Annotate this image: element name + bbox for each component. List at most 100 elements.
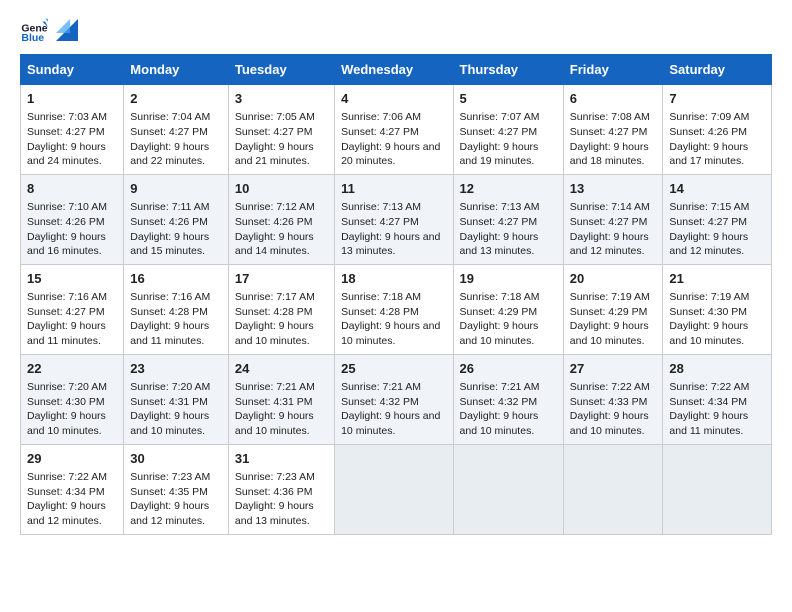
day-info: Sunrise: 7:19 AMSunset: 4:29 PMDaylight:… [570, 290, 657, 349]
calendar-week-row: 29Sunrise: 7:22 AMSunset: 4:34 PMDayligh… [21, 444, 772, 534]
day-info: Sunrise: 7:22 AMSunset: 4:34 PMDaylight:… [27, 470, 117, 529]
day-info: Sunrise: 7:18 AMSunset: 4:29 PMDaylight:… [460, 290, 557, 349]
day-info: Sunrise: 7:11 AMSunset: 4:26 PMDaylight:… [130, 200, 222, 259]
day-info: Sunrise: 7:21 AMSunset: 4:32 PMDaylight:… [460, 380, 557, 439]
day-info: Sunrise: 7:08 AMSunset: 4:27 PMDaylight:… [570, 110, 657, 169]
day-number: 10 [235, 180, 328, 198]
day-info: Sunrise: 7:22 AMSunset: 4:33 PMDaylight:… [570, 380, 657, 439]
calendar-cell: 28 Sunrise: 7:22 AMSunset: 4:34 PMDayligh… [663, 354, 772, 444]
header-friday: Friday [563, 55, 663, 85]
day-number: 16 [130, 270, 222, 288]
calendar-cell: 3 Sunrise: 7:05 AMSunset: 4:27 PMDaylight… [228, 85, 334, 175]
day-number: 28 [669, 360, 765, 378]
day-number: 20 [570, 270, 657, 288]
day-number: 15 [27, 270, 117, 288]
day-number: 13 [570, 180, 657, 198]
day-number: 3 [235, 90, 328, 108]
header-monday: Monday [124, 55, 229, 85]
calendar-cell: 25 Sunrise: 7:21 AMSunset: 4:32 PMDayligh… [335, 354, 453, 444]
calendar-cell [663, 444, 772, 534]
calendar-cell: 4Sunrise: 7:06 AMSunset: 4:27 PMDaylight… [335, 85, 453, 175]
calendar-cell: 5 Sunrise: 7:07 AMSunset: 4:27 PMDaylight… [453, 85, 563, 175]
day-info: Sunrise: 7:03 AMSunset: 4:27 PMDaylight:… [27, 110, 117, 169]
calendar-cell: 7Sunrise: 7:09 AMSunset: 4:26 PMDaylight… [663, 85, 772, 175]
day-number: 25 [341, 360, 446, 378]
day-info: Sunrise: 7:20 AMSunset: 4:31 PMDaylight:… [130, 380, 222, 439]
day-info: Sunrise: 7:21 AMSunset: 4:32 PMDaylight:… [341, 380, 446, 439]
day-number: 22 [27, 360, 117, 378]
calendar-cell: 2 Sunrise: 7:04 AMSunset: 4:27 PMDaylight… [124, 85, 229, 175]
calendar-cell: 13 Sunrise: 7:14 AMSunset: 4:27 PMDayligh… [563, 174, 663, 264]
day-info: Sunrise: 7:23 AMSunset: 4:35 PMDaylight:… [130, 470, 222, 529]
day-number: 11 [341, 180, 446, 198]
logo-triangle-icon [56, 19, 78, 41]
day-info: Sunrise: 7:17 AMSunset: 4:28 PMDaylight:… [235, 290, 328, 349]
calendar-week-row: 15 Sunrise: 7:16 AMSunset: 4:27 PMDayligh… [21, 264, 772, 354]
header-wednesday: Wednesday [335, 55, 453, 85]
calendar-cell: 18Sunrise: 7:18 AMSunset: 4:28 PMDayligh… [335, 264, 453, 354]
day-info: Sunrise: 7:06 AMSunset: 4:27 PMDaylight:… [341, 110, 446, 169]
day-info: Sunrise: 7:19 AMSunset: 4:30 PMDaylight:… [669, 290, 765, 349]
day-info: Sunrise: 7:20 AMSunset: 4:30 PMDaylight:… [27, 380, 117, 439]
calendar-cell: 22 Sunrise: 7:20 AMSunset: 4:30 PMDayligh… [21, 354, 124, 444]
calendar-cell: 20 Sunrise: 7:19 AMSunset: 4:29 PMDayligh… [563, 264, 663, 354]
calendar-cell: 17Sunrise: 7:17 AMSunset: 4:28 PMDayligh… [228, 264, 334, 354]
logo-icon: General Blue [20, 16, 48, 44]
day-number: 2 [130, 90, 222, 108]
header-saturday: Saturday [663, 55, 772, 85]
calendar-cell: 9Sunrise: 7:11 AMSunset: 4:26 PMDaylight… [124, 174, 229, 264]
day-number: 24 [235, 360, 328, 378]
calendar-week-row: 1 Sunrise: 7:03 AMSunset: 4:27 PMDaylight… [21, 85, 772, 175]
day-info: Sunrise: 7:15 AMSunset: 4:27 PMDaylight:… [669, 200, 765, 259]
calendar-cell: 30Sunrise: 7:23 AMSunset: 4:35 PMDayligh… [124, 444, 229, 534]
day-number: 31 [235, 450, 328, 468]
day-info: Sunrise: 7:23 AMSunset: 4:36 PMDaylight:… [235, 470, 328, 529]
day-info: Sunrise: 7:05 AMSunset: 4:27 PMDaylight:… [235, 110, 328, 169]
day-number: 6 [570, 90, 657, 108]
calendar-cell [335, 444, 453, 534]
day-info: Sunrise: 7:18 AMSunset: 4:28 PMDaylight:… [341, 290, 446, 349]
calendar-cell: 14 Sunrise: 7:15 AMSunset: 4:27 PMDayligh… [663, 174, 772, 264]
calendar-cell: 12Sunrise: 7:13 AMSunset: 4:27 PMDayligh… [453, 174, 563, 264]
day-info: Sunrise: 7:09 AMSunset: 4:26 PMDaylight:… [669, 110, 765, 169]
calendar-cell: 27Sunrise: 7:22 AMSunset: 4:33 PMDayligh… [563, 354, 663, 444]
calendar-cell: 15 Sunrise: 7:16 AMSunset: 4:27 PMDayligh… [21, 264, 124, 354]
calendar-cell: 16 Sunrise: 7:16 AMSunset: 4:28 PMDayligh… [124, 264, 229, 354]
day-info: Sunrise: 7:07 AMSunset: 4:27 PMDaylight:… [460, 110, 557, 169]
calendar-cell: 11Sunrise: 7:13 AMSunset: 4:27 PMDayligh… [335, 174, 453, 264]
calendar-cell: 26 Sunrise: 7:21 AMSunset: 4:32 PMDayligh… [453, 354, 563, 444]
calendar-cell: 6 Sunrise: 7:08 AMSunset: 4:27 PMDaylight… [563, 85, 663, 175]
calendar-cell: 23 Sunrise: 7:20 AMSunset: 4:31 PMDayligh… [124, 354, 229, 444]
day-number: 19 [460, 270, 557, 288]
day-info: Sunrise: 7:16 AMSunset: 4:28 PMDaylight:… [130, 290, 222, 349]
calendar-cell: 10Sunrise: 7:12 AMSunset: 4:26 PMDayligh… [228, 174, 334, 264]
day-number: 21 [669, 270, 765, 288]
day-info: Sunrise: 7:04 AMSunset: 4:27 PMDaylight:… [130, 110, 222, 169]
logo: General Blue [20, 16, 78, 44]
calendar-cell: 1 Sunrise: 7:03 AMSunset: 4:27 PMDaylight… [21, 85, 124, 175]
calendar-cell: 8 Sunrise: 7:10 AMSunset: 4:26 PMDaylight… [21, 174, 124, 264]
day-info: Sunrise: 7:14 AMSunset: 4:27 PMDaylight:… [570, 200, 657, 259]
header-tuesday: Tuesday [228, 55, 334, 85]
day-info: Sunrise: 7:22 AMSunset: 4:34 PMDaylight:… [669, 380, 765, 439]
calendar-cell: 29Sunrise: 7:22 AMSunset: 4:34 PMDayligh… [21, 444, 124, 534]
day-number: 8 [27, 180, 117, 198]
calendar-cell: 21 Sunrise: 7:19 AMSunset: 4:30 PMDayligh… [663, 264, 772, 354]
day-number: 1 [27, 90, 117, 108]
day-info: Sunrise: 7:21 AMSunset: 4:31 PMDaylight:… [235, 380, 328, 439]
header-thursday: Thursday [453, 55, 563, 85]
svg-text:Blue: Blue [21, 32, 44, 44]
calendar-week-row: 22 Sunrise: 7:20 AMSunset: 4:30 PMDayligh… [21, 354, 772, 444]
day-number: 26 [460, 360, 557, 378]
header-sunday: Sunday [21, 55, 124, 85]
day-number: 5 [460, 90, 557, 108]
day-info: Sunrise: 7:10 AMSunset: 4:26 PMDaylight:… [27, 200, 117, 259]
day-info: Sunrise: 7:16 AMSunset: 4:27 PMDaylight:… [27, 290, 117, 349]
calendar-cell [453, 444, 563, 534]
calendar-header-row: SundayMondayTuesdayWednesdayThursdayFrid… [21, 55, 772, 85]
calendar-table: SundayMondayTuesdayWednesdayThursdayFrid… [20, 54, 772, 535]
day-number: 23 [130, 360, 222, 378]
day-number: 14 [669, 180, 765, 198]
calendar-cell: 31 Sunrise: 7:23 AMSunset: 4:36 PMDayligh… [228, 444, 334, 534]
calendar-cell: 19 Sunrise: 7:18 AMSunset: 4:29 PMDayligh… [453, 264, 563, 354]
